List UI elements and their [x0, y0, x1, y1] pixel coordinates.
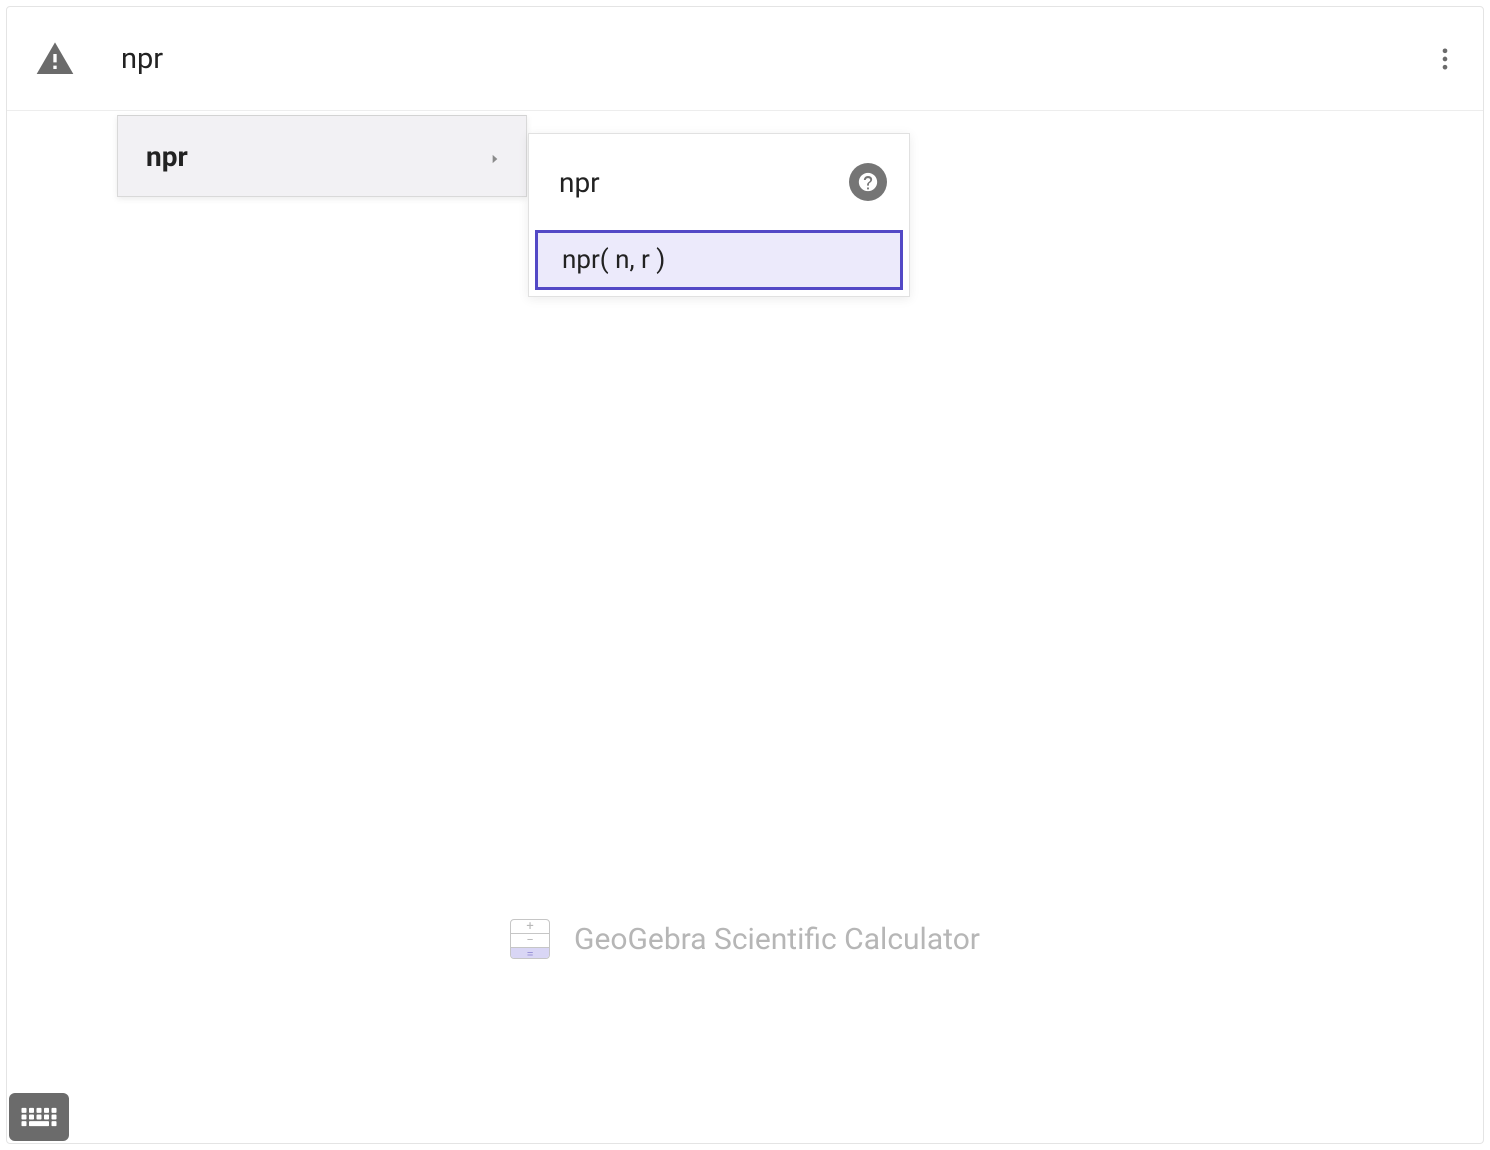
help-button[interactable]: [849, 163, 887, 201]
submenu-option-npr-syntax[interactable]: npr( n, r ): [535, 230, 903, 290]
app-frame: npr npr npr npr( n, r ) + − = GeoGeb: [6, 6, 1484, 1144]
autocomplete-submenu: npr npr( n, r ): [528, 133, 910, 297]
footer-brand: + − = GeoGebra Scientific Calculator: [7, 919, 1483, 959]
keyboard-toggle-button[interactable]: [9, 1093, 69, 1141]
more-menu-button[interactable]: [1425, 39, 1465, 79]
warning-icon: [35, 39, 75, 79]
autocomplete-item-npr[interactable]: npr: [118, 116, 526, 196]
chevron-right-icon: [488, 140, 502, 173]
footer-brand-label: GeoGebra Scientific Calculator: [574, 922, 980, 957]
autocomplete-item-label: npr: [146, 140, 188, 173]
autocomplete-popup: npr: [117, 115, 527, 197]
submenu-title: npr: [559, 166, 600, 199]
calculator-icon: + − =: [510, 919, 550, 959]
submenu-header: npr: [529, 134, 909, 230]
input-row: npr: [7, 7, 1483, 111]
expression-input[interactable]: npr: [121, 42, 1425, 76]
submenu-option-label: npr( n, r ): [562, 245, 665, 275]
